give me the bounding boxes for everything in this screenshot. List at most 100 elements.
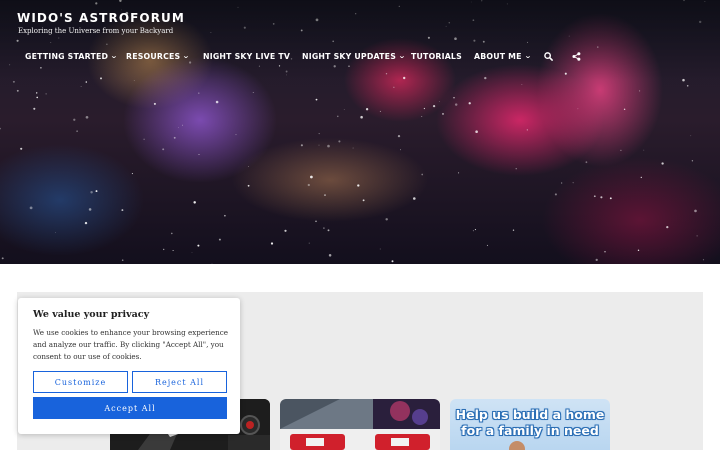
star	[315, 98, 318, 101]
star	[163, 248, 165, 251]
star	[696, 235, 698, 237]
star	[1, 257, 4, 260]
star	[308, 242, 310, 244]
chevron-down-icon: ⌄	[110, 52, 119, 60]
star	[643, 149, 645, 151]
star	[197, 244, 200, 247]
star	[121, 259, 124, 261]
star	[85, 115, 89, 119]
star	[327, 229, 330, 232]
star	[379, 110, 381, 112]
star	[421, 173, 424, 176]
star	[318, 133, 320, 135]
article-card-gear[interactable]	[280, 399, 440, 450]
star	[360, 115, 363, 119]
site-tagline: Exploring the Universe from your Backyar…	[18, 27, 174, 35]
nav-item-night-sky-live-tv[interactable]: NIGHT SKY LIVE TV	[203, 49, 290, 63]
chevron-down-icon: ⌄	[182, 52, 191, 60]
star	[235, 134, 237, 136]
star	[191, 252, 193, 253]
star	[182, 124, 184, 126]
chevron-down-icon: ⌄	[398, 52, 407, 60]
star	[284, 229, 287, 232]
star	[352, 147, 354, 149]
star	[486, 244, 488, 246]
cookie-consent-dialog: We value your privacy We use cookies to …	[18, 298, 240, 434]
star	[300, 144, 303, 147]
star	[585, 161, 588, 164]
cookie-dialog-body: We use cookies to enhance your browsing …	[33, 328, 229, 361]
star	[95, 190, 98, 193]
nav-item-label: TUTORIALS	[411, 51, 462, 61]
card-3-headline-line-2: for a family in need	[461, 423, 599, 438]
star	[198, 92, 200, 94]
star	[521, 84, 523, 85]
nav-item-tutorials[interactable]: TUTORIALS	[411, 49, 462, 63]
star	[458, 172, 460, 174]
star	[343, 109, 345, 110]
star	[453, 97, 455, 99]
star	[215, 100, 219, 104]
customize-button[interactable]: Customize	[33, 371, 128, 393]
nav-item-label: RESOURCES	[126, 51, 181, 61]
star	[454, 103, 458, 106]
nav-item-night-sky-updates[interactable]: NIGHT SKY UPDATES ⌄	[302, 49, 407, 63]
nav-item-resources[interactable]: RESOURCES ⌄	[126, 49, 191, 63]
star	[55, 232, 56, 233]
star	[526, 129, 528, 131]
person-image	[509, 441, 525, 450]
star	[413, 197, 416, 200]
star	[16, 89, 19, 92]
star	[468, 102, 471, 105]
star	[338, 140, 341, 143]
star	[474, 229, 476, 231]
star	[423, 107, 426, 110]
star	[247, 184, 250, 187]
star	[637, 249, 640, 252]
star	[690, 135, 692, 137]
star	[36, 92, 38, 94]
star	[172, 249, 174, 252]
star	[393, 86, 395, 88]
hero-banner: WIDO'S ASTROFORUM Exploring the Universe…	[0, 0, 720, 264]
main-nav: GETTING STARTED ⌄ RESOURCES ⌄ NIGHT SKY …	[0, 49, 720, 63]
star	[362, 199, 365, 202]
star	[328, 254, 332, 257]
star	[211, 263, 213, 264]
star	[84, 221, 88, 225]
star	[595, 258, 598, 262]
star	[515, 168, 517, 170]
site-title[interactable]: WIDO'S ASTROFORUM	[17, 11, 185, 25]
nav-item-label: ABOUT ME	[474, 51, 522, 61]
nav-item-about-me[interactable]: ABOUT ME ⌄	[474, 49, 531, 63]
star	[379, 248, 381, 250]
star	[198, 154, 200, 155]
star	[88, 208, 92, 211]
card-3-headline-line-1: Help us build a home	[455, 407, 605, 422]
star	[600, 196, 603, 199]
star	[442, 113, 444, 115]
star	[218, 238, 221, 241]
search-icon[interactable]	[544, 49, 553, 63]
star	[307, 183, 310, 187]
star	[170, 232, 173, 235]
star	[178, 127, 179, 128]
nav-item-label: NIGHT SKY UPDATES	[302, 51, 397, 61]
star	[357, 184, 360, 187]
star	[90, 191, 93, 194]
star	[391, 260, 394, 263]
reject-all-button[interactable]: Reject All	[132, 371, 227, 393]
star	[224, 214, 226, 217]
article-card-charity[interactable]: Help us build a home for a family in nee…	[450, 399, 610, 450]
star	[33, 107, 36, 110]
star	[173, 136, 176, 139]
star	[438, 101, 440, 102]
star	[572, 182, 574, 184]
accept-all-button[interactable]: Accept All	[33, 397, 227, 419]
share-icon[interactable]	[572, 49, 581, 63]
star	[193, 201, 196, 204]
star	[133, 79, 135, 81]
star	[121, 209, 124, 212]
star	[45, 93, 47, 95]
nav-item-getting-started[interactable]: GETTING STARTED ⌄	[25, 49, 119, 63]
